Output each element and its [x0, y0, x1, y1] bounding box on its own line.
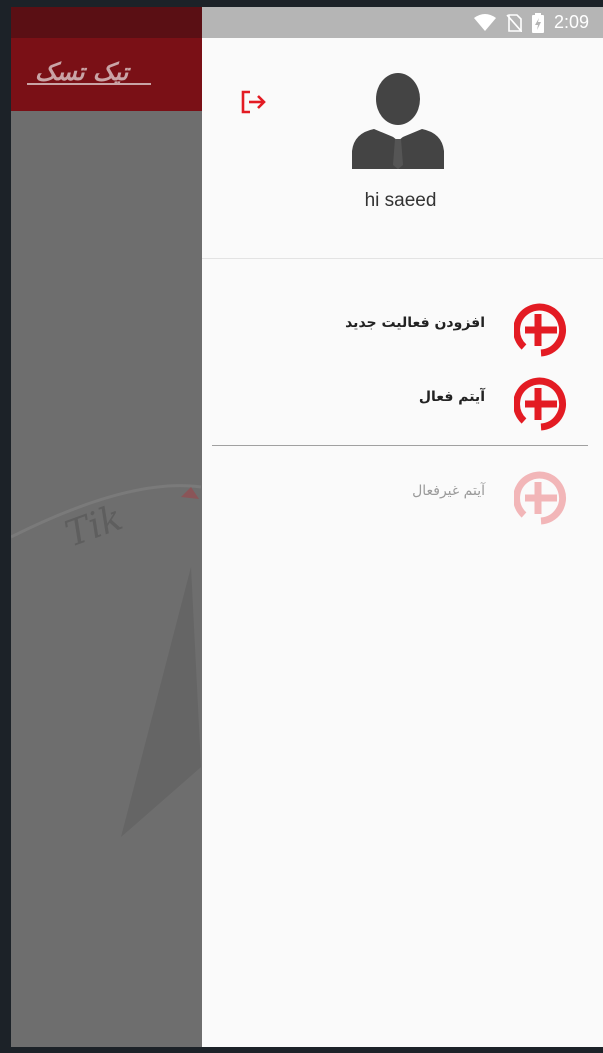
- watermark-text: Tik: [60, 497, 128, 555]
- app-screen: تیک تسک Tik 2:09 hi saeed افزودن فعالیت …: [11, 7, 603, 1047]
- no-sim-icon: [506, 13, 522, 32]
- menu-item-label: آیتم غیرفعال: [412, 483, 485, 499]
- user-greeting: hi saeed: [364, 190, 437, 211]
- logo-text: تیک تسک: [35, 58, 132, 86]
- status-time: 2:09: [553, 12, 589, 32]
- header-divider: [202, 258, 603, 259]
- logout-icon[interactable]: [238, 87, 268, 117]
- status-icons: 2:09: [473, 12, 589, 33]
- menu-item-active[interactable]: آیتم فعال: [202, 371, 603, 433]
- wifi-icon: [473, 13, 496, 31]
- menu-item-label: افزودن فعالیت جدید: [345, 315, 485, 331]
- add-circle-icon: [514, 303, 567, 357]
- menu-item-inactive: آیتم غیرفعال: [202, 465, 603, 527]
- battery-icon: [531, 12, 544, 33]
- app-logo: تیک تسک: [27, 58, 151, 86]
- user-avatar-icon: [352, 73, 444, 169]
- navigation-drawer: 2:09 hi saeed افزودن فعالیت جدید آیتم فع…: [202, 7, 603, 1047]
- add-circle-icon: [514, 471, 567, 525]
- menu-divider: [212, 445, 588, 446]
- status-bar: 2:09: [202, 7, 603, 38]
- menu-item-add-activity[interactable]: افزودن فعالیت جدید: [202, 297, 603, 359]
- add-circle-icon: [514, 377, 567, 431]
- menu-item-label: آیتم فعال: [418, 389, 485, 405]
